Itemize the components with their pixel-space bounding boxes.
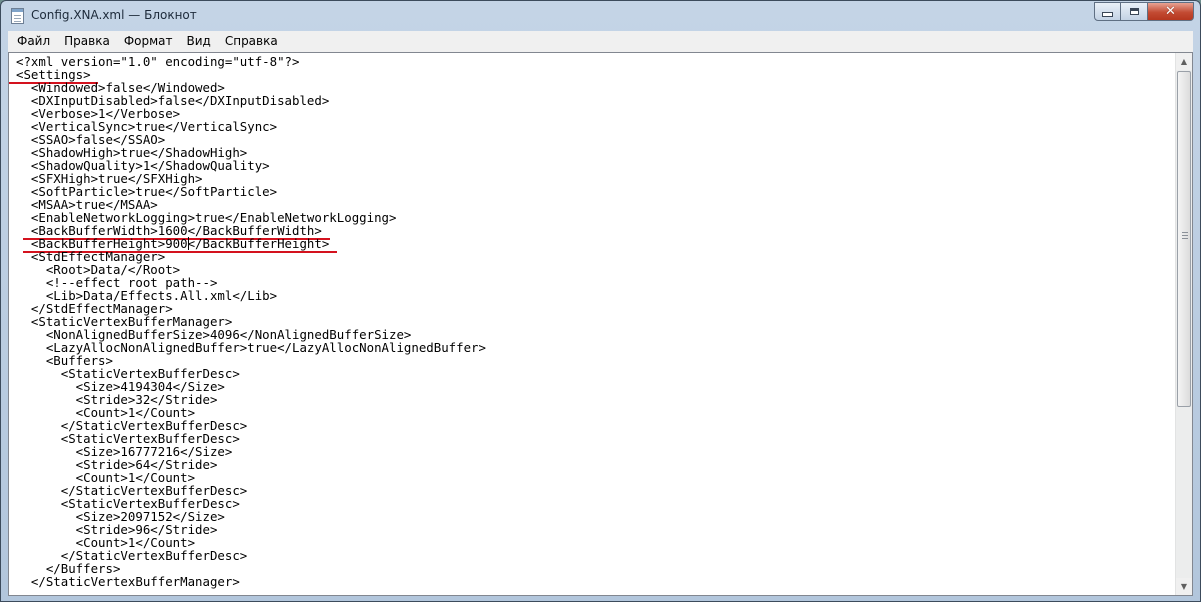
- close-icon: ✕: [1165, 4, 1176, 19]
- window-title: Config.XNA.xml — Блокнот: [31, 8, 197, 22]
- menu-help[interactable]: Справка: [218, 31, 285, 52]
- menu-format[interactable]: Формат: [117, 31, 180, 52]
- menu-view[interactable]: Вид: [180, 31, 218, 52]
- maximize-icon: [1129, 8, 1139, 15]
- notepad-icon[interactable]: [11, 8, 24, 24]
- maximize-button[interactable]: [1121, 2, 1148, 21]
- vertical-scrollbar[interactable]: ▲ ▼: [1175, 53, 1192, 595]
- close-button[interactable]: ✕: [1148, 2, 1194, 21]
- minimize-button[interactable]: [1094, 2, 1121, 21]
- scroll-thumb[interactable]: [1177, 71, 1191, 407]
- text-caret: [187, 237, 189, 250]
- text-line: </StaticVertexBufferManager>: [16, 574, 240, 589]
- menu-edit[interactable]: Правка: [57, 31, 117, 52]
- title-bar[interactable]: Config.XNA.xml — Блокнот ✕: [1, 1, 1200, 31]
- caption-buttons: ✕: [1094, 2, 1194, 22]
- scroll-up-arrow-icon[interactable]: ▲: [1176, 53, 1192, 70]
- scroll-down-arrow-icon[interactable]: ▼: [1176, 578, 1192, 595]
- text-area[interactable]: <?xml version="1.0" encoding="utf-8"?> <S…: [9, 53, 1174, 595]
- menu-file[interactable]: Файл: [8, 31, 57, 52]
- text-editor[interactable]: <?xml version="1.0" encoding="utf-8"?> <S…: [8, 52, 1193, 596]
- minimize-icon: [1102, 12, 1113, 17]
- menu-bar: Файл Правка Формат Вид Справка: [8, 31, 1193, 52]
- notepad-window: Config.XNA.xml — Блокнот ✕ Файл Правка Ф…: [0, 0, 1201, 602]
